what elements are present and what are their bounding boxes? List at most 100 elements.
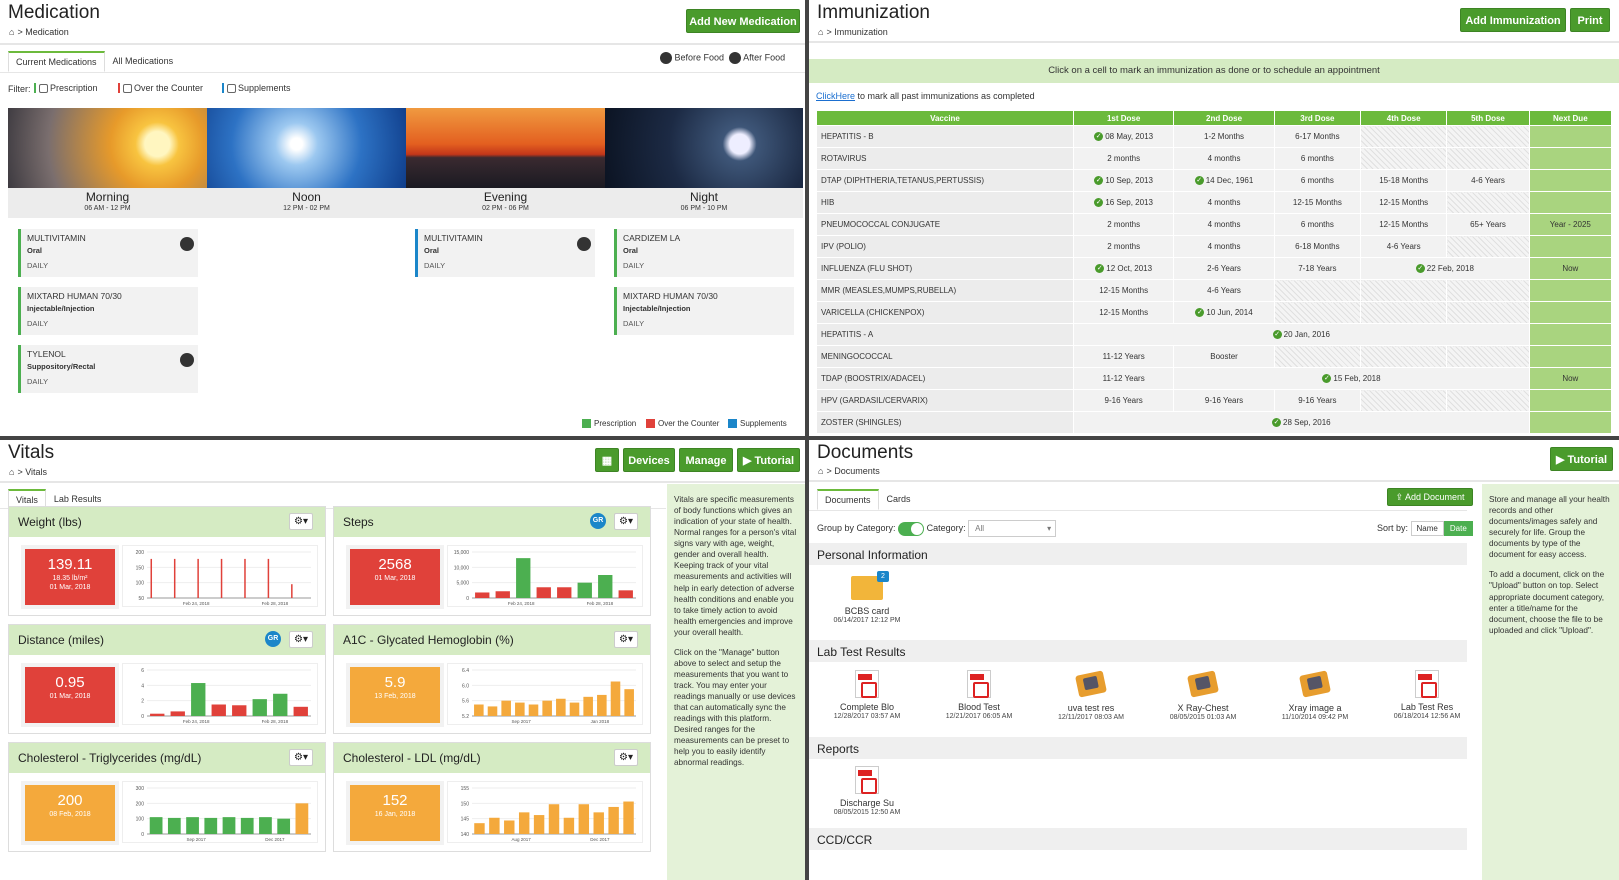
vital-card[interactable]: Weight (lbs) ⚙▾ 139.11 18.35 lb/m² 01 Mar, 2… — [8, 506, 326, 616]
sort-name-button[interactable]: Name — [1410, 521, 1444, 536]
gear-icon[interactable]: ⚙▾ — [614, 513, 638, 530]
dose-cell[interactable]: ✓ 10 Sep, 2013 — [1072, 169, 1175, 192]
med-card[interactable]: MIXTARD HUMAN 70/30 Injectable/Injection D… — [614, 287, 794, 335]
dose-cell[interactable]: 4-6 Years — [1446, 169, 1530, 192]
add-immunization-button[interactable]: Add Immunization — [1460, 8, 1566, 32]
dose-cell[interactable]: 6 months — [1273, 213, 1362, 236]
document-item[interactable]: 2 BCBS card 06/14/2017 12:12 PM — [812, 571, 922, 624]
dose-cell[interactable]: 2 months — [1072, 147, 1175, 170]
document-item[interactable]: Complete Blo 12/28/2017 03:57 AM — [812, 670, 922, 720]
dose-cell[interactable]: 12-15 Months — [1360, 213, 1448, 236]
group-toggle[interactable] — [898, 521, 925, 536]
document-item[interactable]: Discharge Su 08/05/2015 12:50 AM — [812, 766, 922, 816]
filter-supplements[interactable]: Supplements — [222, 83, 291, 94]
dose-cell[interactable] — [1360, 345, 1448, 368]
dose-cell[interactable]: 11-12 Years — [1072, 367, 1175, 390]
dose-cell[interactable]: 12-15 Months — [1072, 301, 1175, 324]
vital-card[interactable]: Cholesterol - LDL (mg/dL) ⚙▾ 152 16 Jan, 20… — [333, 742, 651, 852]
med-card[interactable]: TYLENOL Suppository/Rectal DAILY — [18, 345, 198, 393]
document-item[interactable]: X Ray-Chest 08/05/2015 01:03 AM — [1148, 670, 1258, 721]
dose-cell[interactable]: 6-18 Months — [1273, 235, 1362, 258]
next-due-cell[interactable] — [1528, 147, 1613, 170]
devices-button[interactable]: Devices — [623, 448, 675, 472]
document-item[interactable]: Lab Test Res 06/18/2014 12:56 AM — [1372, 670, 1482, 720]
gear-icon[interactable]: ⚙▾ — [289, 631, 313, 648]
dose-cell[interactable]: ✓ 20 Jan, 2016 — [1072, 323, 1530, 346]
next-due-cell[interactable] — [1528, 389, 1613, 412]
dose-cell[interactable]: 15-18 Months — [1360, 169, 1448, 192]
dose-cell[interactable]: 4 months — [1173, 235, 1275, 258]
next-due-cell[interactable] — [1528, 301, 1613, 324]
tutorial-button[interactable]: ▶ Tutorial — [1550, 447, 1613, 471]
next-due-cell[interactable]: Year - 2025 — [1528, 213, 1613, 236]
add-medication-button[interactable]: Add New Medication — [686, 9, 800, 33]
dose-cell[interactable] — [1273, 279, 1362, 302]
dose-cell[interactable] — [1446, 191, 1530, 214]
manage-button[interactable]: Manage — [679, 448, 733, 472]
dose-cell[interactable]: 12-15 Months — [1072, 279, 1175, 302]
next-due-cell[interactable] — [1528, 169, 1613, 192]
clickhere-link[interactable]: ClickHere — [816, 91, 855, 101]
category-select[interactable]: All ▾ — [968, 520, 1057, 537]
home-icon[interactable]: ⌂ — [9, 467, 14, 477]
dose-cell[interactable]: 4 months — [1173, 213, 1275, 236]
dose-cell[interactable]: ✓ 22 Feb, 2018 — [1360, 257, 1530, 280]
tutorial-button[interactable]: ▶ Tutorial — [737, 448, 800, 472]
filter-prescription[interactable]: Prescription — [34, 83, 98, 94]
dose-cell[interactable] — [1446, 125, 1530, 148]
calendar-button[interactable]: ▦ — [595, 448, 619, 472]
gear-icon[interactable]: ⚙▾ — [614, 631, 638, 648]
dose-cell[interactable]: ✓ 12 Oct, 2013 — [1072, 257, 1175, 280]
dose-cell[interactable]: 4-6 Years — [1173, 279, 1275, 302]
dose-cell[interactable]: ✓ 28 Sep, 2016 — [1072, 411, 1530, 434]
checkbox[interactable] — [39, 84, 48, 94]
tab-documents[interactable]: Documents — [817, 489, 879, 510]
vital-card[interactable]: Distance (miles) GR ⚙▾ 0.95 01 Mar, 2018 6 4 2 0… — [8, 624, 326, 734]
dose-cell[interactable] — [1273, 301, 1362, 324]
dose-cell[interactable] — [1446, 147, 1530, 170]
sort-date-button[interactable]: Date — [1443, 521, 1473, 536]
dose-cell[interactable]: 6 months — [1273, 147, 1362, 170]
next-due-cell[interactable]: Now — [1528, 367, 1613, 390]
dose-cell[interactable] — [1446, 301, 1530, 324]
document-item[interactable]: uva test res 12/11/2017 08:03 AM — [1036, 670, 1146, 721]
dose-cell[interactable] — [1360, 389, 1448, 412]
dose-cell[interactable] — [1446, 235, 1530, 258]
add-document-button[interactable]: ⇪ Add Document — [1387, 488, 1473, 506]
next-due-cell[interactable] — [1528, 235, 1613, 258]
next-due-cell[interactable] — [1528, 125, 1613, 148]
dose-cell[interactable] — [1360, 125, 1448, 148]
next-due-cell[interactable] — [1528, 345, 1613, 368]
dose-cell[interactable]: 9-16 Years — [1173, 389, 1275, 412]
dose-cell[interactable]: 11-12 Years — [1072, 345, 1175, 368]
gear-icon[interactable]: ⚙▾ — [614, 749, 638, 766]
dose-cell[interactable] — [1273, 345, 1362, 368]
dose-cell[interactable]: 4-6 Years — [1360, 235, 1448, 258]
med-card[interactable]: MULTIVITAMIN Oral DAILY — [18, 229, 198, 277]
dose-cell[interactable]: 6 months — [1273, 169, 1362, 192]
dose-cell[interactable]: 65+ Years — [1446, 213, 1530, 236]
dose-cell[interactable] — [1446, 279, 1530, 302]
dose-cell[interactable]: ✓ 14 Dec, 1961 — [1173, 169, 1275, 192]
dose-cell[interactable]: 12-15 Months — [1360, 191, 1448, 214]
home-icon[interactable]: ⌂ — [9, 27, 14, 37]
dose-cell[interactable]: ✓ 08 May, 2013 — [1072, 125, 1175, 148]
vital-card[interactable]: Cholesterol - Triglycerides (mg/dL) ⚙▾ 200… — [8, 742, 326, 852]
dose-cell[interactable] — [1360, 279, 1448, 302]
document-item[interactable]: Xray image a 11/10/2014 09:42 PM — [1260, 670, 1370, 721]
gear-icon[interactable]: ⚙▾ — [289, 749, 313, 766]
dose-cell[interactable] — [1360, 301, 1448, 324]
vital-card[interactable]: Steps GR ⚙▾ 2568 01 Mar, 2018 15,000 10,000 5,0… — [333, 506, 651, 616]
med-card[interactable]: CARDIZEM LA Oral DAILY — [614, 229, 794, 277]
home-icon[interactable]: ⌂ — [818, 466, 823, 476]
med-card[interactable]: MIXTARD HUMAN 70/30 Injectable/Injection D… — [18, 287, 198, 335]
dose-cell[interactable]: ✓ 15 Feb, 2018 — [1173, 367, 1530, 390]
gr-badge[interactable]: GR — [265, 631, 281, 647]
filter-otc[interactable]: Over the Counter — [118, 83, 203, 94]
tab-cards[interactable]: Cards — [879, 489, 919, 510]
dose-cell[interactable]: 2-6 Years — [1173, 257, 1275, 280]
next-due-cell[interactable] — [1528, 279, 1613, 302]
checkbox[interactable] — [123, 84, 132, 94]
dose-cell[interactable]: 1-2 Months — [1173, 125, 1275, 148]
checkbox[interactable] — [227, 84, 236, 94]
